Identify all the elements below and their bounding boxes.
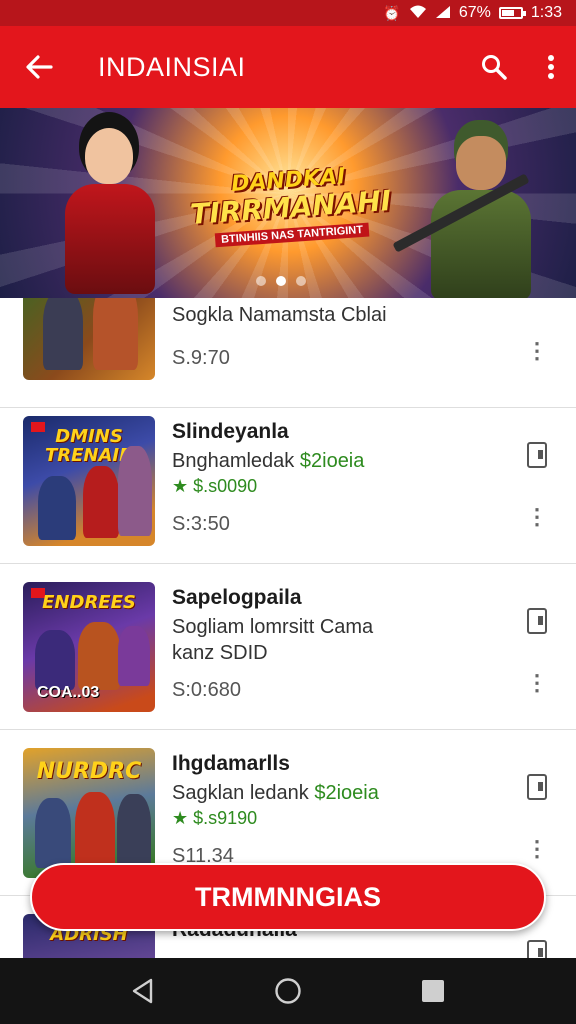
item-subtitle-green: $2ioeia	[299, 450, 365, 472]
item-price: S:0:680	[172, 679, 241, 701]
item-title: Ihgdamarlls	[172, 752, 290, 775]
battery-icon	[498, 7, 526, 19]
item-title: Sapelogpaila	[172, 586, 302, 609]
search-icon[interactable]	[462, 26, 526, 108]
kebab-icon[interactable]: ⋮	[524, 672, 550, 694]
thumb-bottom-text: COA..03	[37, 684, 100, 701]
primary-action-button[interactable]: TRMMNNGIAS	[30, 863, 546, 931]
battery-fill	[501, 10, 514, 16]
item-subtitle: Sagklan ledank $2ioeia	[172, 782, 379, 805]
game-thumbnail: DMINS TRENAIR	[23, 416, 155, 546]
game-thumbnail	[23, 298, 155, 380]
list-item[interactable]: DMINS TRENAIR Slindeyanla Bnghamledak $2…	[0, 398, 576, 564]
clock: 1:33	[530, 4, 562, 21]
system-nav-bar	[0, 958, 576, 1024]
item-price: S.9:70	[172, 347, 230, 369]
item-subtitle-text: Bnghamledak	[172, 450, 300, 472]
item-subtitle-text: Sagklan ledank	[172, 782, 315, 804]
banner-pager	[256, 276, 306, 286]
kebab-icon[interactable]: ⋮	[524, 506, 550, 528]
thumb-title: ENDREES	[42, 592, 136, 613]
device-icon[interactable]	[527, 442, 547, 468]
nav-home-icon[interactable]	[268, 971, 308, 1011]
item-rating: ★ $.s0090	[172, 476, 258, 496]
item-price: S:3:50	[172, 513, 230, 535]
kebab-icon[interactable]: ⋮	[524, 340, 550, 362]
page-title: INDAINSIAI	[98, 51, 246, 82]
item-subtitle: Bnghamledak $2ioeia	[172, 450, 364, 473]
more-vert-icon[interactable]	[526, 26, 576, 108]
item-subtitle: Sogkla Namamsta Cblai	[172, 304, 387, 326]
device-icon[interactable]	[527, 774, 547, 800]
device-icon[interactable]	[527, 940, 547, 958]
device-icon[interactable]	[527, 608, 547, 634]
item-title: Slindeyanla	[172, 420, 289, 443]
list-item[interactable]: Sogkla Namamsta Cblai S.9:70 ⋮	[0, 298, 576, 408]
featured-banner[interactable]: DANDKAI TIRRMANAHI BTINHIIS NAS TANTRIGI…	[0, 108, 576, 298]
wifi-icon	[409, 5, 427, 21]
item-subtitle-green: $2ioeia	[314, 782, 379, 804]
item-rating: ★ $.s9190	[172, 808, 258, 828]
item-subtitle-2: kanz SDID	[172, 642, 268, 664]
battery-percent: 67%	[458, 4, 491, 21]
pager-dot-active[interactable]	[276, 276, 286, 286]
item-subtitle: Sogliam lomrsitt Cama	[172, 616, 374, 638]
banner-title: DANDKAI TIRRMANAHI BTINHIIS NAS TANTRIGI…	[188, 161, 393, 250]
back-arrow-icon[interactable]	[0, 26, 78, 108]
nav-back-icon[interactable]	[123, 971, 163, 1011]
thumb-title: NURDRC	[36, 759, 142, 784]
kebab-icon[interactable]: ⋮	[524, 838, 550, 860]
list-item[interactable]: ENDREES COA..03 Sapelogpaila Sogliam lom…	[0, 564, 576, 730]
app-bar: INDAINSIAI	[0, 26, 576, 108]
game-list: Sogkla Namamsta Cblai S.9:70 ⋮ DMINS TRE…	[0, 298, 576, 958]
nav-recents-icon[interactable]	[413, 971, 453, 1011]
banner-hero-left	[30, 118, 180, 298]
game-thumbnail: ENDREES COA..03	[23, 582, 155, 712]
signal-icon	[435, 5, 451, 21]
alarm-icon: ⏰	[383, 5, 401, 21]
pager-dot[interactable]	[256, 276, 266, 286]
game-thumbnail: NURDRC	[23, 748, 155, 878]
status-bar: ⏰ 67% 1:33	[0, 0, 576, 26]
pager-dot[interactable]	[296, 276, 306, 286]
